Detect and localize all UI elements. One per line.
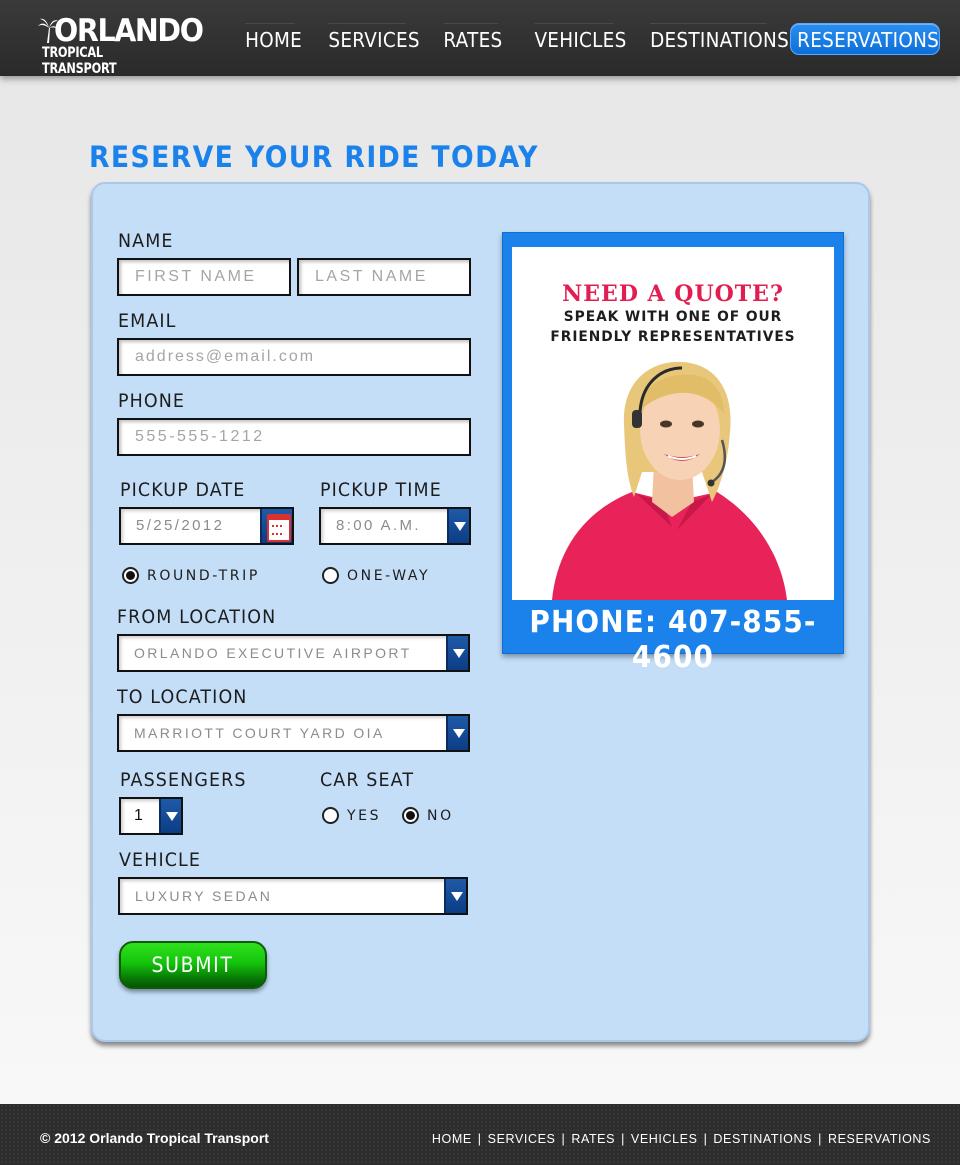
last-name-input[interactable] xyxy=(297,258,471,296)
car-seat-label: CAR SEAT xyxy=(320,769,415,791)
vehicle-label: VEHICLE xyxy=(119,849,202,871)
submit-label: SUBMIT xyxy=(152,953,234,977)
round-trip-radio[interactable] xyxy=(122,567,139,584)
footer-separator: | xyxy=(703,1132,708,1146)
chevron-down-icon xyxy=(447,509,469,543)
pickup-time-select[interactable]: 8:00 A.M. xyxy=(319,507,471,545)
round-trip-label: ROUND-TRIP xyxy=(147,568,260,584)
nav-reservations[interactable]: RESERVATIONS xyxy=(790,23,940,55)
submit-button[interactable]: SUBMIT xyxy=(119,941,267,989)
nav-vehicles[interactable]: VEHICLES xyxy=(534,23,626,55)
quote-line-2: FRIENDLY REPRESENTATIVES xyxy=(550,329,796,345)
from-location-select[interactable]: ORLANDO EXECUTIVE AIRPORT xyxy=(117,634,470,672)
quote-box: NEED A QUOTE? SPEAK WITH ONE OF OUR FRIE… xyxy=(502,232,844,675)
passengers-select[interactable]: 1 xyxy=(119,797,183,835)
car-seat-yes-label: YES xyxy=(347,808,382,824)
passengers-label: PASSENGERS xyxy=(120,769,247,791)
vehicle-value: LUXURY SEDAN xyxy=(135,888,273,904)
nav-destinations[interactable]: DESTINATIONS xyxy=(650,23,789,55)
nav-home[interactable]: HOME xyxy=(245,23,302,55)
passengers-value: 1 xyxy=(134,807,146,824)
footer-link-destinations[interactable]: DESTINATIONS xyxy=(713,1132,812,1146)
pickup-time-label: PICKUP TIME xyxy=(320,479,442,501)
one-way-radio[interactable] xyxy=(322,567,339,584)
to-location-select[interactable]: MARRIOTT COURT YARD OIA xyxy=(117,714,470,752)
pickup-date-label: PICKUP DATE xyxy=(120,479,246,501)
reservation-panel: NAME EMAIL PHONE PICKUP DATE 5/25/2012 P… xyxy=(91,182,870,1042)
quote-line-1: SPEAK WITH ONE OF OUR xyxy=(563,309,783,325)
page-title: RESERVE YOUR RIDE TODAY xyxy=(89,140,539,174)
pickup-time-value: 8:00 A.M. xyxy=(336,517,421,534)
footer-separator: | xyxy=(561,1132,566,1146)
vehicle-select[interactable]: LUXURY SEDAN xyxy=(118,877,468,915)
site-logo[interactable]: ORLANDO TROPICAL TRANSPORT xyxy=(38,14,204,77)
logo-subtitle: TROPICAL TRANSPORT xyxy=(42,45,117,77)
phone-label: PHONE xyxy=(118,390,186,412)
footer-link-rates[interactable]: RATES xyxy=(571,1132,615,1146)
quote-title: NEED A QUOTE? xyxy=(562,281,784,307)
footer-link-reservations[interactable]: RESERVATIONS xyxy=(828,1132,931,1146)
email-label: EMAIL xyxy=(118,310,177,332)
footer-separator: | xyxy=(818,1132,822,1146)
name-label: NAME xyxy=(118,230,174,252)
calendar-icon[interactable] xyxy=(260,509,292,543)
footer-separator: | xyxy=(621,1132,625,1146)
logo-title: ORLANDO xyxy=(54,13,204,49)
quote-card: NEED A QUOTE? SPEAK WITH ONE OF OUR FRIE… xyxy=(512,247,834,600)
nav-reservations-label: RESERVATIONS xyxy=(797,28,940,52)
chevron-down-icon xyxy=(444,879,466,913)
phone-input[interactable] xyxy=(117,418,471,456)
email-input[interactable] xyxy=(117,338,471,376)
chevron-down-icon xyxy=(446,716,468,750)
first-name-input[interactable] xyxy=(117,258,291,296)
car-seat-no-label: NO xyxy=(427,808,454,824)
to-location-value: MARRIOTT COURT YARD OIA xyxy=(134,725,385,741)
site-header: ORLANDO TROPICAL TRANSPORT HOME SERVICES… xyxy=(0,0,960,77)
footer-link-home[interactable]: HOME xyxy=(432,1132,472,1146)
footer-nav: HOME | SERVICES | RATES | VEHICLES | DESTINATION… xyxy=(432,1132,931,1146)
one-way-label: ONE-WAY xyxy=(347,568,431,584)
car-seat-yes-radio[interactable] xyxy=(322,807,339,824)
nav-services[interactable]: SERVICES xyxy=(328,23,420,55)
site-footer: © 2012 Orlando Tropical Transport HOME | S… xyxy=(0,1104,960,1165)
pickup-date-field[interactable]: 5/25/2012 xyxy=(119,507,294,545)
chevron-down-icon xyxy=(446,636,468,670)
nav-rates[interactable]: RATES xyxy=(443,23,502,55)
footer-link-vehicles[interactable]: VEHICLES xyxy=(631,1132,698,1146)
car-seat-no-radio[interactable] xyxy=(402,807,419,824)
chevron-down-icon xyxy=(159,799,181,833)
agent-photo xyxy=(552,361,787,600)
from-location-value: ORLANDO EXECUTIVE AIRPORT xyxy=(134,645,412,661)
to-location-label: TO LOCATION xyxy=(117,686,248,708)
footer-separator: | xyxy=(477,1132,482,1146)
copyright-text: © 2012 Orlando Tropical Transport xyxy=(40,1130,269,1146)
pickup-date-value: 5/25/2012 xyxy=(136,517,225,534)
quote-phone[interactable]: PHONE: 407-855-4600 xyxy=(515,605,831,675)
quote-subtitle: SPEAK WITH ONE OF OUR FRIENDLY REPRESENT… xyxy=(520,307,826,347)
footer-link-services[interactable]: SERVICES xyxy=(488,1132,556,1146)
from-location-label: FROM LOCATION xyxy=(117,606,277,628)
